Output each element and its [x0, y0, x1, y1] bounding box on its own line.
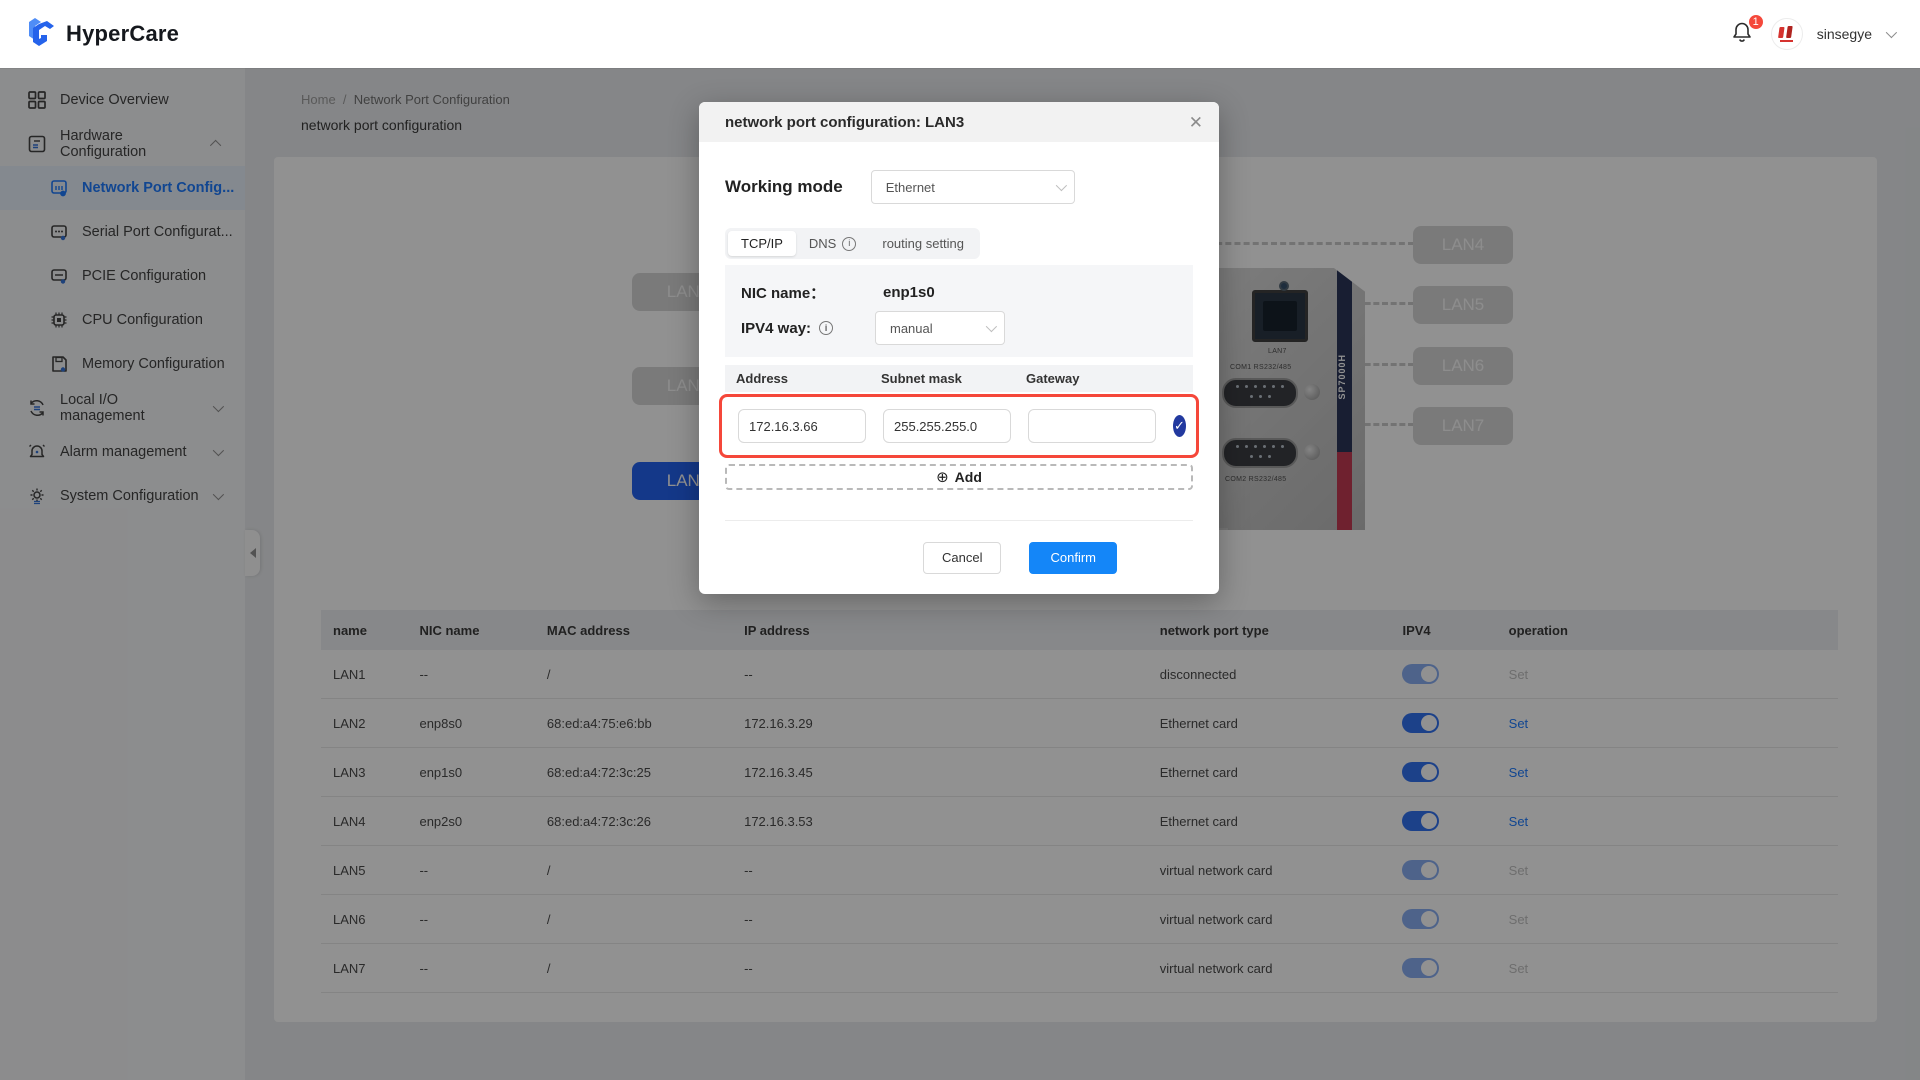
- nic-panel: NIC name： enp1s0 IPV4 way: i manual: [725, 265, 1193, 357]
- username: sinsegye: [1817, 26, 1872, 42]
- tab-tcpip[interactable]: TCP/IP: [728, 231, 796, 256]
- top-header: HyperCare 1 sinsegye: [0, 0, 1920, 68]
- notifications-button[interactable]: 1: [1727, 19, 1757, 49]
- dialog-tabs: TCP/IP DNSi routing setting: [725, 228, 980, 259]
- add-label: Add: [955, 469, 982, 485]
- working-mode-select[interactable]: Ethernet: [871, 170, 1075, 204]
- tab-dns[interactable]: DNSi: [796, 231, 869, 256]
- address-input[interactable]: [738, 409, 866, 443]
- ipv4-way-select[interactable]: manual: [875, 311, 1005, 345]
- dialog-header: network port configuration: LAN3 ✕: [699, 102, 1219, 142]
- confirm-row-check-icon[interactable]: ✓: [1173, 415, 1186, 437]
- gateway-label: Gateway: [1026, 371, 1154, 386]
- info-icon: i: [842, 237, 856, 251]
- nic-name-label: NIC name：: [741, 282, 861, 303]
- avatar[interactable]: [1771, 18, 1803, 50]
- working-mode-label: Working mode: [725, 177, 843, 197]
- nic-name-value: enp1s0: [883, 284, 935, 301]
- highlighted-address-row: ✓: [719, 394, 1199, 458]
- working-mode-value: Ethernet: [886, 180, 935, 195]
- brand: HyperCare: [26, 16, 179, 53]
- tab-routing-setting[interactable]: routing setting: [869, 231, 977, 256]
- network-port-config-dialog: network port configuration: LAN3 ✕ Worki…: [699, 102, 1219, 594]
- cancel-button[interactable]: Cancel: [923, 542, 1001, 574]
- address-label: Address: [736, 371, 864, 386]
- ipv4-way-label: IPV4 way:: [741, 320, 811, 337]
- chevron-down-icon: [1056, 180, 1067, 191]
- info-icon: i: [819, 321, 833, 335]
- chevron-down-icon: [986, 321, 997, 332]
- subnet-mask-input[interactable]: [883, 409, 1011, 443]
- close-icon[interactable]: ✕: [1189, 114, 1203, 131]
- add-address-button[interactable]: ⊕ Add: [725, 464, 1193, 490]
- notification-badge: 1: [1747, 13, 1765, 31]
- confirm-button[interactable]: Confirm: [1029, 542, 1117, 574]
- gateway-input[interactable]: [1028, 409, 1156, 443]
- user-menu-chevron-icon[interactable]: [1886, 27, 1897, 38]
- dialog-title: network port configuration: LAN3: [725, 114, 964, 131]
- ipv4-way-value: manual: [890, 321, 933, 336]
- dialog-footer: Cancel Confirm: [725, 520, 1193, 594]
- subnet-mask-label: Subnet mask: [881, 371, 1009, 386]
- brand-logo-icon: [26, 16, 56, 53]
- brand-name: HyperCare: [66, 21, 179, 47]
- plus-icon: ⊕: [936, 468, 949, 486]
- address-column-labels: Address Subnet mask Gateway: [725, 365, 1193, 392]
